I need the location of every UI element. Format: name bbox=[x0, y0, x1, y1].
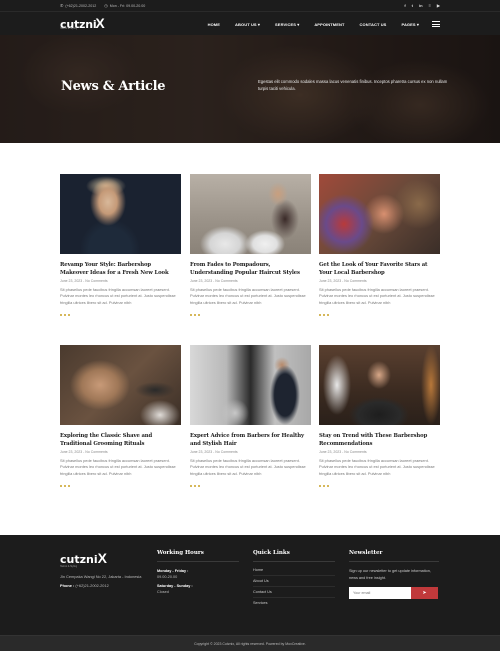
footer-address: Jln Cempaka Wangi No 22, Jakarta - Indon… bbox=[60, 574, 142, 579]
read-more-dots[interactable] bbox=[190, 314, 311, 317]
post-title[interactable]: Stay on Trend with These Barbershop Reco… bbox=[319, 432, 440, 448]
read-more-dots[interactable] bbox=[319, 314, 440, 317]
logo-mark: X bbox=[95, 15, 105, 31]
post-excerpt: Sit phasellus pede faucibus fringilla ac… bbox=[319, 287, 435, 305]
topbar-phone: ✆ (+62)21-2002-2012 bbox=[60, 3, 97, 8]
quick-links: Quick Links Home About Us Contact Us Ser… bbox=[253, 550, 335, 608]
post-title[interactable]: Expert Advice from Barbers for Healthy a… bbox=[190, 432, 311, 448]
quick-link-about-us[interactable]: About Us bbox=[253, 576, 335, 587]
post-excerpt: Sit phasellus pede faucibus fringilla ac… bbox=[190, 458, 306, 476]
read-more-dots[interactable] bbox=[60, 485, 181, 488]
newsletter-email-input[interactable] bbox=[349, 587, 411, 599]
copyright-text: Copyright © 2023 Cutznix, All rights res… bbox=[194, 641, 306, 646]
quick-link-services[interactable]: Services bbox=[253, 598, 335, 608]
page-title: News & Article bbox=[61, 79, 166, 94]
quick-link-home[interactable]: Home bbox=[253, 565, 335, 576]
newsletter-text: Sign up our newsletter to get update inf… bbox=[349, 569, 431, 580]
hero-description: Egestas elit commodo sodales massa lacus… bbox=[258, 79, 448, 91]
nav-contact-us[interactable]: CONTACT US bbox=[360, 22, 387, 27]
nav-appointment[interactable]: APPOINTMENT bbox=[314, 22, 344, 27]
post-card[interactable]: Get the Look of Your Favorite Stars at Y… bbox=[319, 174, 440, 317]
post-excerpt: Sit phasellus pede faucibus fringilla ac… bbox=[60, 458, 176, 476]
read-more-dots[interactable] bbox=[60, 314, 181, 317]
quick-link-contact-us[interactable]: Contact Us bbox=[253, 587, 335, 598]
hours-value: Closed bbox=[157, 590, 169, 594]
clock-icon: ◷ bbox=[104, 3, 108, 8]
facebook-icon[interactable]: f bbox=[404, 3, 405, 8]
post-meta: June 23, 2023 - No Comments bbox=[60, 279, 108, 283]
newsletter-form: ➤ bbox=[349, 587, 439, 599]
phone-icon: ✆ bbox=[60, 3, 64, 8]
nav-about-us[interactable]: ABOUT US ▾ bbox=[235, 22, 260, 27]
newsletter-submit-button[interactable]: ➤ bbox=[411, 587, 438, 599]
top-bar: ✆ (+62)21-2002-2012 ◷ Mon - Fri: 09.00-20.… bbox=[0, 0, 500, 11]
post-image[interactable] bbox=[190, 174, 311, 254]
post-title[interactable]: Exploring the Classic Shave and Traditio… bbox=[60, 432, 181, 448]
post-card[interactable]: Revamp Your Style: Barbershop Makeover I… bbox=[60, 174, 181, 317]
twitter-icon[interactable]: t bbox=[412, 3, 413, 8]
post-meta: June 23, 2023 - No Comments bbox=[319, 450, 367, 454]
copyright-bar: Copyright © 2023 Cutznix, All rights res… bbox=[0, 635, 500, 651]
hamburger-menu-icon[interactable] bbox=[432, 21, 440, 27]
post-image[interactable] bbox=[190, 345, 311, 425]
hours-value: 09.00-20.00 bbox=[157, 575, 178, 579]
youtube-icon[interactable]: ▶ bbox=[437, 3, 440, 8]
read-more-dots[interactable] bbox=[190, 485, 311, 488]
post-image[interactable] bbox=[319, 345, 440, 425]
post-meta: June 23, 2023 - No Comments bbox=[190, 450, 238, 454]
footer-brand: cutzniX Haircut & Styling Jln Cempaka Wa… bbox=[60, 550, 150, 588]
site-logo[interactable]: cutzniX Haircut & Styling bbox=[60, 15, 105, 33]
quick-links-title: Quick Links bbox=[253, 550, 335, 562]
hours-label: Monday - Friday : bbox=[157, 569, 189, 573]
nav-pages[interactable]: PAGES ▾ bbox=[401, 22, 419, 27]
newsletter-title: Newsletter bbox=[349, 550, 439, 562]
nav-home[interactable]: HOME bbox=[208, 22, 220, 27]
hours-label: Saturday - Sunday : bbox=[157, 584, 193, 588]
post-image[interactable] bbox=[319, 174, 440, 254]
post-title[interactable]: From Fades to Pompadours, Understanding … bbox=[190, 261, 311, 277]
post-meta: June 23, 2023 - No Comments bbox=[319, 279, 367, 283]
post-meta: June 23, 2023 - No Comments bbox=[190, 279, 238, 283]
nav-services[interactable]: SERVICES ▾ bbox=[275, 22, 299, 27]
newsletter: Newsletter Sign up our newsletter to get… bbox=[349, 550, 439, 599]
send-icon: ➤ bbox=[422, 590, 427, 596]
working-hours-title: Working Hours bbox=[157, 550, 239, 562]
working-hours: Working Hours Monday - Friday : 09.00-20… bbox=[157, 550, 239, 594]
post-card[interactable]: From Fades to Pompadours, Understanding … bbox=[190, 174, 311, 317]
linkedin-icon[interactable]: in bbox=[419, 3, 423, 8]
topbar-hours: ◷ Mon - Fri: 09.00-20.00 bbox=[104, 3, 146, 8]
social-links: f t in ≡ ▶ bbox=[404, 3, 440, 8]
footer-phone: Phone : (+62)21-2002-2012 bbox=[60, 582, 109, 588]
post-excerpt: Sit phasellus pede faucibus fringilla ac… bbox=[190, 287, 306, 305]
post-title[interactable]: Get the Look of Your Favorite Stars at Y… bbox=[319, 261, 440, 277]
post-meta: June 23, 2023 - No Comments bbox=[60, 450, 108, 454]
post-excerpt: Sit phasellus pede faucibus fringilla ac… bbox=[60, 287, 176, 305]
post-card[interactable]: Exploring the Classic Shave and Traditio… bbox=[60, 345, 181, 488]
page-hero: News & Article Egestas elit commodo soda… bbox=[0, 35, 500, 143]
read-more-dots[interactable] bbox=[319, 485, 440, 488]
post-card[interactable]: Stay on Trend with These Barbershop Reco… bbox=[319, 345, 440, 488]
post-card[interactable]: Expert Advice from Barbers for Healthy a… bbox=[190, 345, 311, 488]
post-excerpt: Sit phasellus pede faucibus fringilla ac… bbox=[319, 458, 435, 476]
logo-tagline: Haircut & Styling bbox=[60, 28, 77, 30]
post-image[interactable] bbox=[60, 174, 181, 254]
rss-icon[interactable]: ≡ bbox=[429, 3, 431, 8]
post-image[interactable] bbox=[60, 345, 181, 425]
post-title[interactable]: Revamp Your Style: Barbershop Makeover I… bbox=[60, 261, 181, 277]
main-nav: HOME ABOUT US ▾ SERVICES ▾ APPOINTMENT C… bbox=[193, 12, 440, 36]
site-footer: cutzniX Haircut & Styling Jln Cempaka Wa… bbox=[0, 535, 500, 635]
main-navbar: cutzniX Haircut & Styling HOME ABOUT US … bbox=[0, 11, 500, 35]
